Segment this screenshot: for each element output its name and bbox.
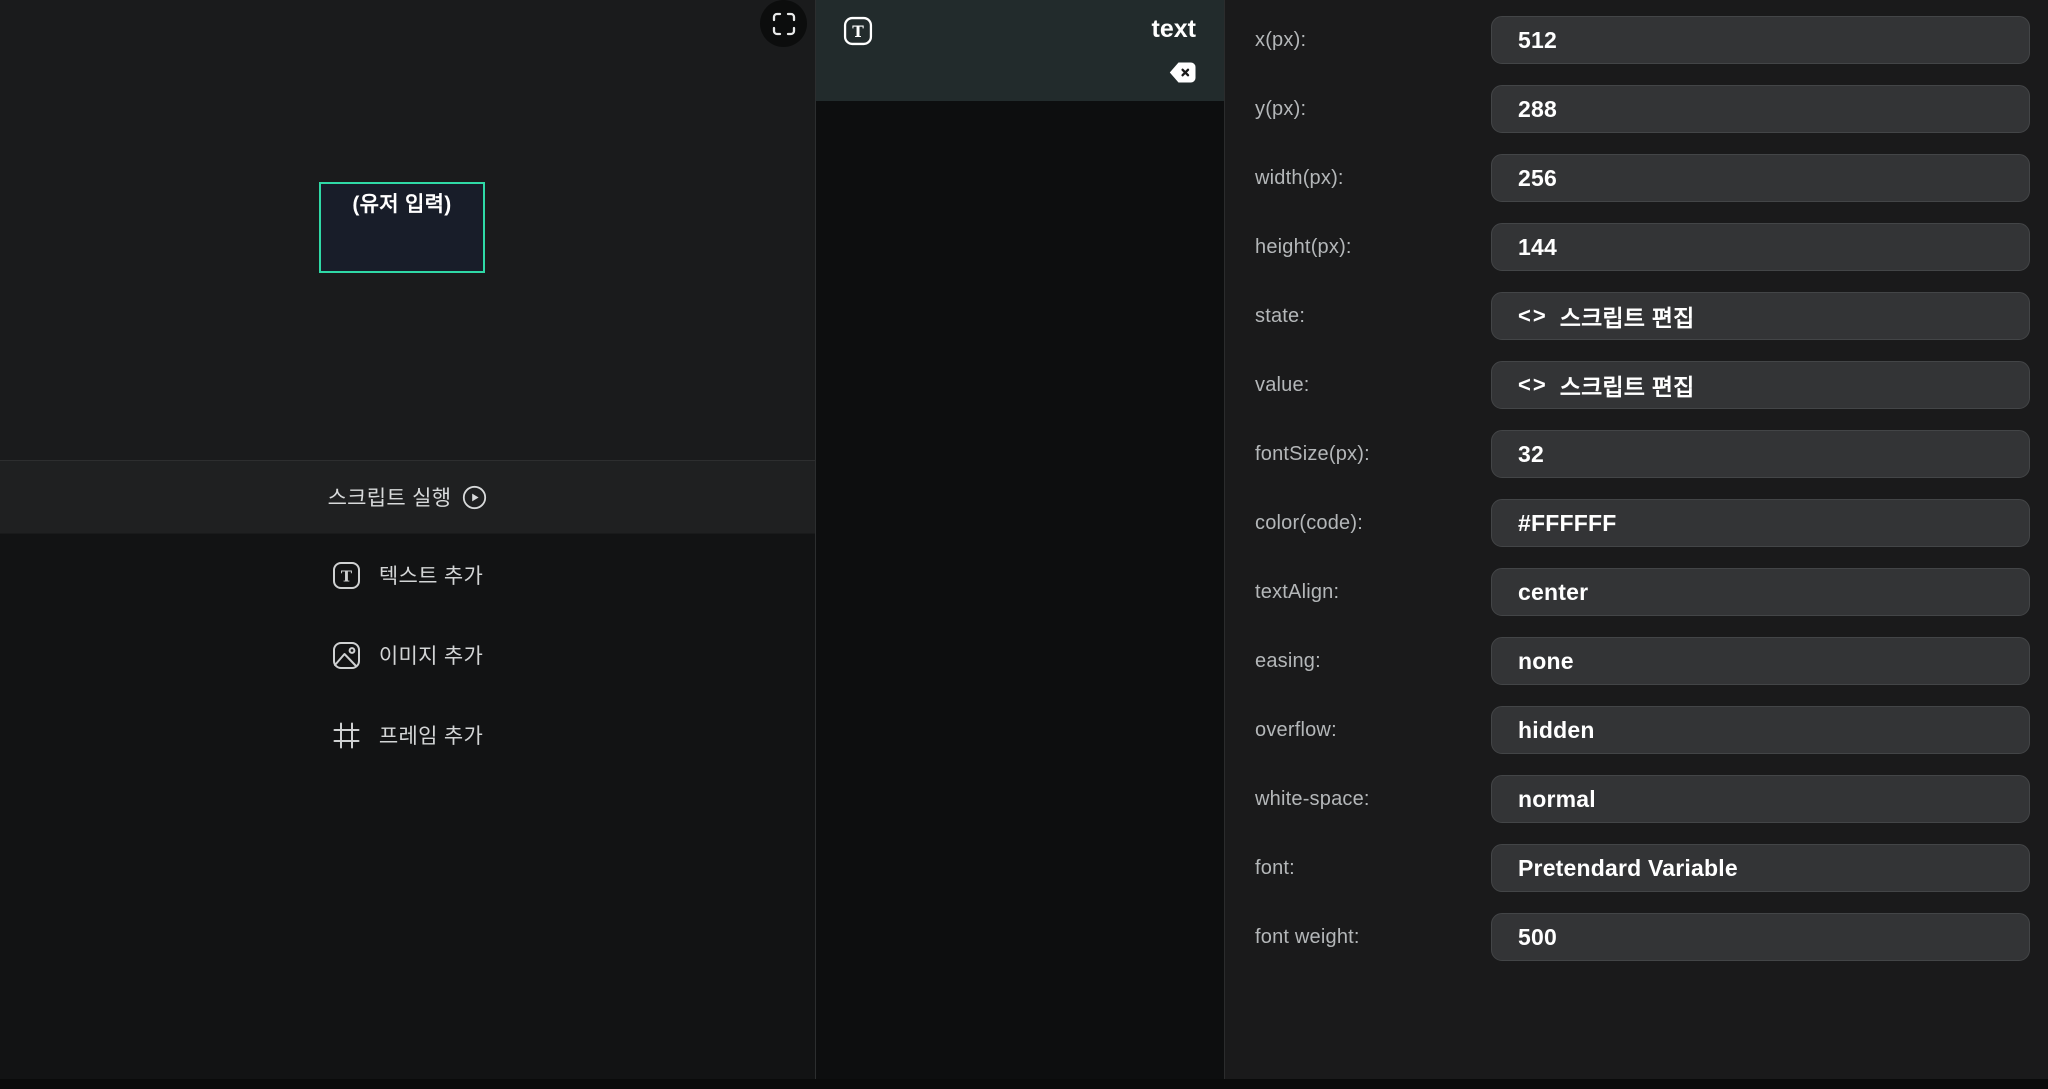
property-input[interactable]: none (1491, 637, 2030, 685)
property-value: Pretendard Variable (1518, 855, 1738, 882)
canvas-element-label: (유저 입력) (352, 188, 451, 271)
property-label: font weight: (1225, 926, 1491, 949)
property-input[interactable]: #FFFFFF (1491, 499, 2030, 547)
property-value: 288 (1518, 96, 1557, 123)
property-label: white-space: (1225, 788, 1491, 811)
property-label: width(px): (1225, 167, 1491, 190)
add-frame-button[interactable]: 프레임 추가 (0, 695, 815, 775)
property-input[interactable]: center (1491, 568, 2030, 616)
layer-column: T text (816, 0, 1224, 1089)
add-image-button[interactable]: 이미지 추가 (0, 615, 815, 695)
property-label: easing: (1225, 650, 1491, 673)
property-value: #FFFFFF (1518, 510, 1617, 537)
property-label: fontSize(px): (1225, 443, 1491, 466)
canvas-text-element[interactable]: (유저 입력) (319, 182, 485, 273)
property-input[interactable]: 288 (1491, 85, 2030, 133)
property-row: width(px): 256 (1225, 154, 2048, 202)
property-input[interactable]: 500 (1491, 913, 2030, 961)
property-row: fontSize(px): 32 (1225, 430, 2048, 478)
add-text-button[interactable]: T 텍스트 추가 (0, 535, 815, 615)
svg-text:T: T (341, 567, 353, 585)
add-image-label: 이미지 추가 (379, 640, 483, 670)
property-value: 512 (1518, 27, 1557, 54)
run-script-label: 스크립트 실행 (328, 482, 452, 512)
property-row: easing: none (1225, 637, 2048, 685)
property-value: 스크립트 편집 (1560, 368, 1695, 402)
property-value: normal (1518, 786, 1596, 813)
property-row: textAlign: center (1225, 568, 2048, 616)
svg-text:T: T (852, 22, 864, 41)
property-input[interactable]: 144 (1491, 223, 2030, 271)
text-layer-icon: T (843, 16, 873, 46)
property-row: font: Pretendard Variable (1225, 844, 2048, 892)
property-label: color(code): (1225, 512, 1491, 535)
property-input[interactable]: 512 (1491, 16, 2030, 64)
property-input[interactable]: Pretendard Variable (1491, 844, 2030, 892)
fullscreen-button[interactable] (760, 0, 807, 47)
stage-canvas[interactable]: (유저 입력) (0, 0, 815, 460)
bottom-strip (0, 1079, 2048, 1089)
code-icon: <> (1518, 303, 1548, 329)
code-icon: <> (1518, 372, 1548, 398)
property-row: height(px): 144 (1225, 223, 2048, 271)
property-row: font weight: 500 (1225, 913, 2048, 961)
property-row: overflow: hidden (1225, 706, 2048, 754)
layer-body[interactable] (816, 101, 1224, 1089)
property-value: 256 (1518, 165, 1557, 192)
property-value: 500 (1518, 924, 1557, 951)
property-value: 32 (1518, 441, 1544, 468)
canvas-column: (유저 입력) 스크립트 실행 (0, 0, 816, 1089)
property-row: white-space: normal (1225, 775, 2048, 823)
properties-panel: x(px): 512 y(px): 288 width(px): 256 height(px… (1224, 0, 2048, 1089)
property-input[interactable]: hidden (1491, 706, 2030, 754)
property-input[interactable]: 256 (1491, 154, 2030, 202)
image-icon (332, 641, 361, 670)
play-icon (462, 485, 487, 510)
property-row: state: <> 스크립트 편집 (1225, 292, 2048, 340)
property-row: y(px): 288 (1225, 85, 2048, 133)
property-value: center (1518, 579, 1588, 606)
property-input[interactable]: normal (1491, 775, 2030, 823)
tool-list: T 텍스트 추가 이미지 추가 (0, 535, 815, 775)
delete-layer-button[interactable] (1169, 62, 1196, 83)
property-label: height(px): (1225, 236, 1491, 259)
property-value: hidden (1518, 717, 1595, 744)
add-frame-label: 프레임 추가 (379, 720, 483, 750)
frame-icon (332, 721, 361, 750)
property-label: textAlign: (1225, 581, 1491, 604)
property-value: 144 (1518, 234, 1557, 261)
property-label: x(px): (1225, 29, 1491, 52)
script-edit-button[interactable]: <> 스크립트 편집 (1491, 292, 2030, 340)
property-label: y(px): (1225, 98, 1491, 121)
property-value: none (1518, 648, 1574, 675)
property-row: color(code): #FFFFFF (1225, 499, 2048, 547)
property-input[interactable]: 32 (1491, 430, 2030, 478)
layer-header[interactable]: T text (816, 0, 1224, 101)
property-row: value: <> 스크립트 편집 (1225, 361, 2048, 409)
fullscreen-icon (771, 11, 797, 37)
property-label: value: (1225, 374, 1491, 397)
text-icon: T (332, 561, 361, 590)
property-label: overflow: (1225, 719, 1491, 742)
property-value: 스크립트 편집 (1560, 299, 1695, 333)
script-edit-button[interactable]: <> 스크립트 편집 (1491, 361, 2030, 409)
properties-rows: x(px): 512 y(px): 288 width(px): 256 height(px… (1225, 0, 2048, 961)
run-script-button[interactable]: 스크립트 실행 (0, 460, 815, 534)
property-row: x(px): 512 (1225, 16, 2048, 64)
property-label: font: (1225, 857, 1491, 880)
add-text-label: 텍스트 추가 (379, 560, 483, 590)
property-label: state: (1225, 305, 1491, 328)
editor-window: (유저 입력) 스크립트 실행 (0, 0, 2048, 1089)
layer-title: text (1152, 15, 1196, 44)
